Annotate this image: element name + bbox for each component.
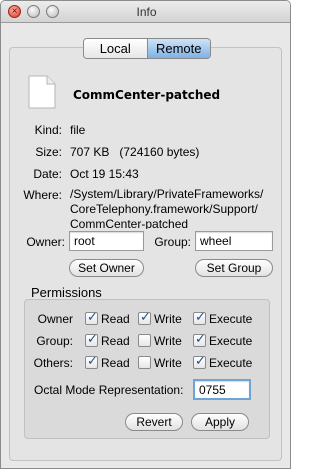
where-path-line: /System/Library/PrivateFrameworks/: [70, 187, 264, 201]
location-tabs: Local Remote: [83, 38, 211, 59]
date-label: Date:: [33, 167, 62, 181]
where-path-line: CommCenter-patched: [70, 217, 189, 229]
set-owner-button[interactable]: Set Owner: [69, 259, 144, 277]
file-name: CommCenter-patched: [73, 88, 221, 102]
info-window: × Info Local Remote CommCenter-patched K…: [0, 0, 291, 469]
checkmark-icon: ✓: [195, 331, 206, 346]
octal-mode-field[interactable]: 0755: [193, 379, 251, 400]
permissions-title: Permissions: [31, 285, 102, 300]
perm-execute-label: Execute: [209, 312, 253, 326]
where-path: /System/Library/PrivateFrameworks/ CoreT…: [70, 187, 280, 229]
perm-read-label: Read: [101, 312, 130, 326]
perm-write-label: Write: [154, 356, 182, 370]
owner-label: Owner:: [26, 235, 65, 249]
perm-row-label-owner: Owner: [37, 312, 73, 326]
size-value: 707 KB (724160 bytes): [70, 145, 200, 159]
kind-label: Kind:: [34, 123, 62, 137]
size-label: Size:: [35, 145, 62, 159]
others-write-checkbox[interactable]: [138, 356, 151, 369]
kind-value: file: [70, 123, 86, 137]
where-label: Where:: [23, 188, 62, 202]
title-bar[interactable]: × Info: [1, 1, 290, 23]
revert-button[interactable]: Revert: [125, 413, 183, 431]
checkmark-icon: ✓: [195, 353, 206, 368]
octal-mode-label: Octal Mode Representation:: [34, 383, 184, 397]
apply-button[interactable]: Apply: [191, 413, 249, 431]
owner-execute-checkbox[interactable]: ✓: [193, 309, 206, 325]
date-value: Oct 19 15:43: [70, 167, 139, 181]
perm-read-label: Read: [101, 356, 130, 370]
tab-remote[interactable]: Remote: [147, 39, 210, 58]
perm-read-label: Read: [101, 334, 130, 348]
tab-local[interactable]: Local: [84, 39, 148, 58]
perm-write-label: Write: [154, 312, 182, 326]
group-read-checkbox[interactable]: ✓: [85, 331, 98, 347]
window-title: Info: [136, 5, 157, 19]
checkmark-icon: ✓: [87, 353, 98, 368]
checkmark-icon: ✓: [87, 309, 98, 324]
document-icon: [28, 75, 56, 109]
owner-write-checkbox[interactable]: ✓: [138, 309, 151, 325]
owner-read-checkbox[interactable]: ✓: [85, 309, 98, 325]
set-group-button[interactable]: Set Group: [195, 259, 273, 277]
perm-row-label-others: Others:: [33, 356, 73, 370]
group-execute-checkbox[interactable]: ✓: [193, 331, 206, 347]
where-path-line: CoreTelephony.framework/Support/: [70, 202, 258, 216]
perm-execute-label: Execute: [209, 334, 253, 348]
checkmark-icon: ✓: [140, 309, 151, 324]
perm-row-label-group: Group:: [36, 334, 73, 348]
group-label: Group:: [154, 235, 191, 249]
perm-execute-label: Execute: [209, 356, 253, 370]
others-execute-checkbox[interactable]: ✓: [193, 353, 206, 369]
group-field[interactable]: wheel: [195, 231, 273, 251]
checkmark-icon: ✓: [87, 331, 98, 346]
checkmark-icon: ✓: [195, 309, 206, 324]
group-write-checkbox[interactable]: [138, 334, 151, 347]
others-read-checkbox[interactable]: ✓: [85, 353, 98, 369]
owner-field[interactable]: root: [69, 231, 144, 251]
perm-write-label: Write: [154, 334, 182, 348]
